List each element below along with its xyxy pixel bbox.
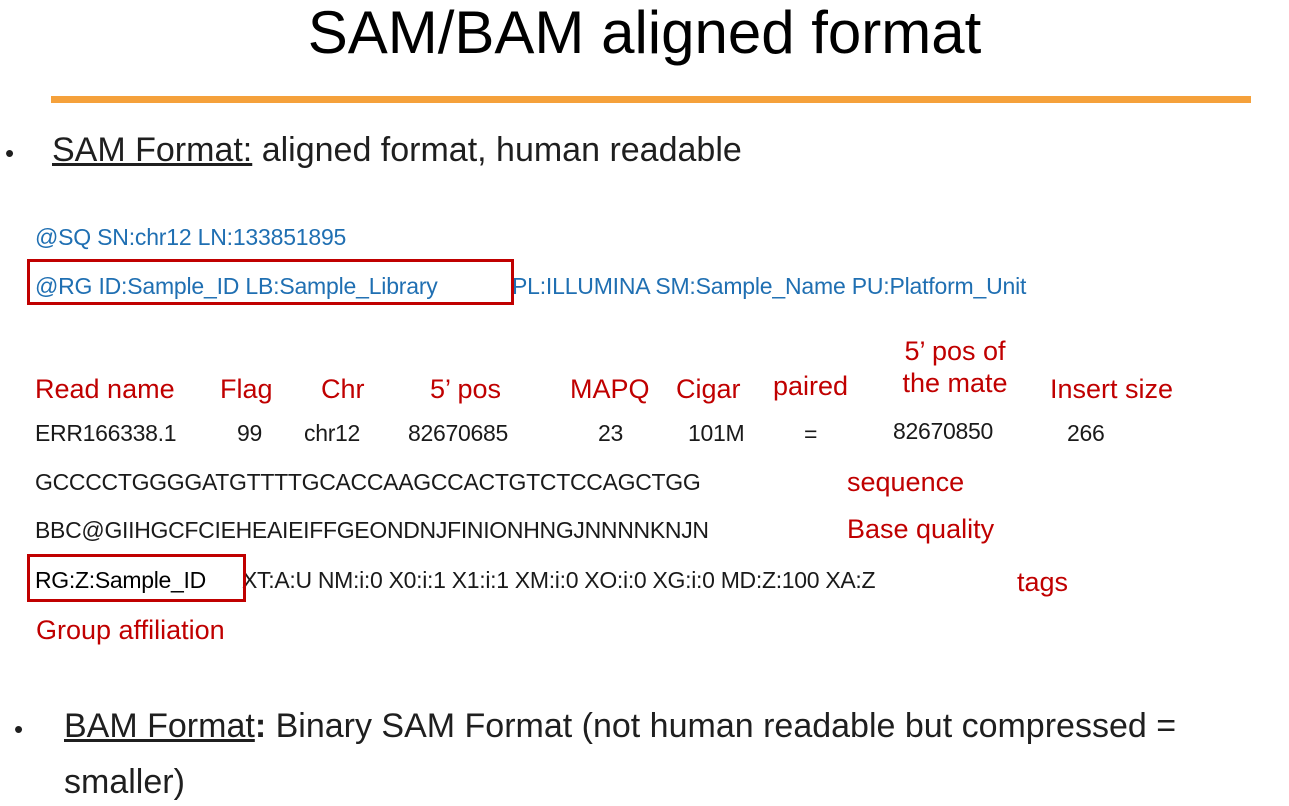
label-insert-size: Insert size [1050, 374, 1174, 404]
bam-format-bullet-line1: BAM Format: Binary SAM Format (not human… [64, 706, 1176, 746]
sam-format-description: aligned format, human readable [252, 131, 742, 169]
annotation-tags: tags [1017, 567, 1069, 597]
rg-header-rest: PL:ILLUMINA SM:Sample_Name PU:Platform_U… [512, 273, 1027, 299]
label-mapq: MAPQ [570, 374, 650, 404]
value-insert-size: 266 [1067, 420, 1105, 446]
label-flag: Flag [220, 374, 273, 404]
value-pos: 82670685 [408, 420, 508, 446]
label-read-name: Read name [35, 374, 175, 404]
annotation-quality: Base quality [847, 514, 995, 544]
label-chr: Chr [321, 374, 365, 404]
value-chr: chr12 [304, 420, 361, 446]
label-mate-pos-line2: the mate [902, 368, 1008, 398]
annotation-group-affiliation: Group affiliation [36, 615, 225, 645]
annotation-sequence: sequence [847, 467, 965, 497]
bam-format-bullet-line2: smaller) [64, 763, 185, 801]
value-mate-pos: 82670850 [893, 418, 993, 444]
page-title: SAM/BAM aligned format [307, 0, 982, 66]
bullet-marker: • [14, 714, 24, 744]
value-mapq: 23 [598, 420, 623, 446]
bam-format-description: Binary SAM Format (not human readable bu… [266, 707, 1177, 745]
bam-format-term: BAM Format [64, 707, 255, 745]
value-flag: 99 [237, 420, 262, 446]
rg-tag-highlight-box [27, 554, 246, 602]
title-divider [51, 96, 1251, 103]
value-quality: BBC@GIIHGCFCIEHEAIEIFFGEONDNJFINIONHNGJN… [35, 517, 709, 543]
sq-header-line: @SQ SN:chr12 LN:133851895 [35, 224, 347, 250]
label-pos: 5’ pos [430, 374, 502, 404]
label-cigar: Cigar [676, 374, 741, 404]
value-sequence: GCCCCTGGGGATGTTTTGCACCAAGCCACTGTCTCCAGCT… [35, 469, 701, 495]
bullet-marker: • [5, 138, 15, 168]
sam-format-bullet: SAM Format: aligned format, human readab… [52, 130, 742, 170]
bam-format-colon: : [254, 707, 267, 745]
sam-format-term: SAM Format: [52, 131, 253, 169]
value-read-name: ERR166338.1 [35, 420, 177, 446]
label-paired: paired [773, 371, 849, 401]
value-other-tags: XT:A:U NM:i:0 X0:i:1 X1:i:1 XM:i:0 XO:i:… [242, 567, 876, 593]
value-paired: = [804, 421, 818, 447]
value-cigar: 101M [688, 420, 745, 446]
label-mate-pos-line1: 5’ pos of [904, 336, 1006, 366]
label-mate-pos: 5’ pos of the mate [890, 335, 1020, 399]
rg-header-highlight-box [27, 259, 514, 305]
